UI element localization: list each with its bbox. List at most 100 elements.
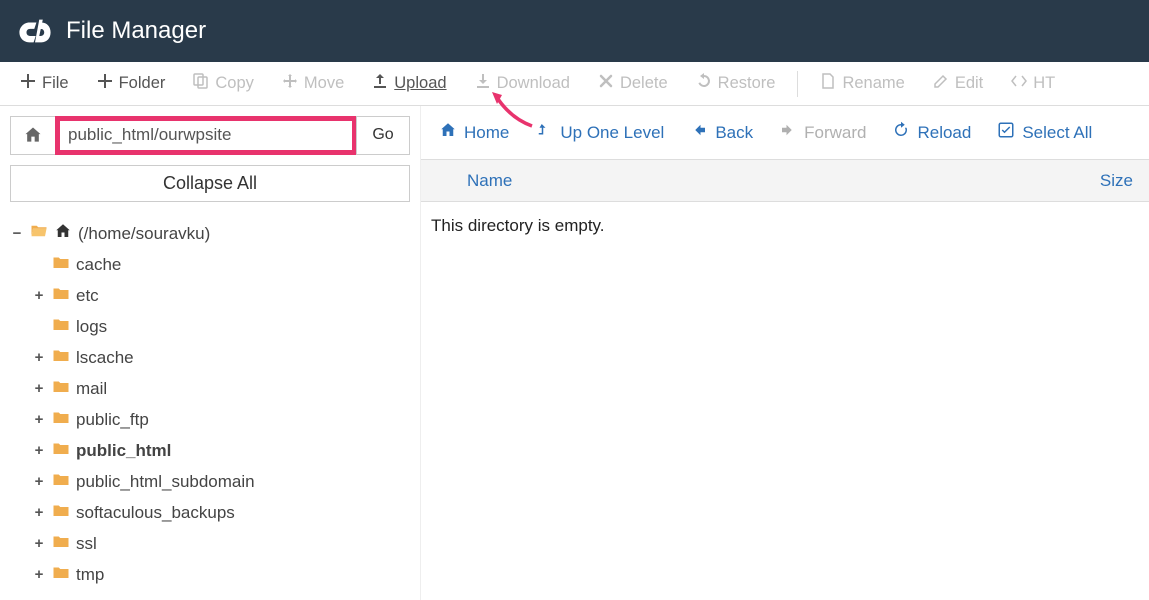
home-icon bbox=[54, 222, 72, 245]
tree-item[interactable]: +lscache bbox=[32, 342, 410, 373]
delete-icon bbox=[598, 73, 614, 94]
rename-label: Rename bbox=[842, 74, 904, 93]
expand-icon[interactable]: + bbox=[32, 442, 46, 459]
tree-item-label: tmp bbox=[76, 565, 104, 585]
download-button[interactable]: Download bbox=[463, 67, 582, 100]
level-up-icon bbox=[535, 121, 553, 144]
edit-button[interactable]: Edit bbox=[921, 67, 995, 100]
folder-icon bbox=[52, 470, 70, 493]
main-toolbar: File Folder Copy Move Upload Download De… bbox=[0, 62, 1149, 106]
delete-button[interactable]: Delete bbox=[586, 67, 680, 100]
code-icon bbox=[1011, 73, 1027, 94]
nav-up-label: Up One Level bbox=[560, 123, 664, 143]
go-button[interactable]: Go bbox=[356, 116, 410, 155]
folder-icon bbox=[52, 346, 70, 369]
tree-item[interactable]: + tmp bbox=[32, 559, 410, 590]
move-button[interactable]: Move bbox=[270, 67, 356, 100]
toolbar-divider bbox=[797, 71, 798, 97]
folder-icon bbox=[52, 315, 70, 338]
column-name[interactable]: Name bbox=[437, 171, 1053, 191]
new-folder-label: Folder bbox=[119, 74, 166, 93]
expand-icon[interactable]: + bbox=[32, 349, 46, 366]
plus-icon bbox=[97, 73, 113, 94]
plus-icon bbox=[20, 73, 36, 94]
folder-icon bbox=[52, 377, 70, 400]
app-header: File Manager bbox=[0, 0, 1149, 62]
delete-label: Delete bbox=[620, 74, 668, 93]
right-panel: Home Up One Level Back Forward Reload Se… bbox=[420, 106, 1149, 600]
rename-button[interactable]: Rename bbox=[808, 67, 916, 100]
tree-item[interactable]: cache bbox=[32, 249, 410, 280]
tree-children: cache+etclogs+lscache+mail+public_ftp+pu… bbox=[10, 249, 410, 590]
expand-icon[interactable]: + bbox=[32, 535, 46, 552]
collapse-all-button[interactable]: Collapse All bbox=[10, 165, 410, 202]
expand-icon[interactable]: + bbox=[32, 504, 46, 521]
tree-item[interactable]: logs bbox=[32, 311, 410, 342]
tree-item[interactable]: +ssl bbox=[32, 528, 410, 559]
download-label: Download bbox=[497, 74, 570, 93]
nav-back-label: Back bbox=[715, 123, 753, 143]
download-icon bbox=[475, 73, 491, 94]
expand-icon[interactable]: + bbox=[32, 566, 46, 583]
nav-select-all-button[interactable]: Select All bbox=[991, 117, 1098, 148]
nav-select-all-label: Select All bbox=[1022, 123, 1092, 143]
html-editor-button[interactable]: HT bbox=[999, 67, 1067, 100]
copy-label: Copy bbox=[215, 74, 254, 93]
tree-item[interactable]: + softaculous_backups bbox=[32, 497, 410, 528]
folder-icon bbox=[52, 532, 70, 555]
upload-button[interactable]: Upload bbox=[360, 67, 458, 100]
expand-icon[interactable]: + bbox=[32, 287, 46, 304]
nav-home-button[interactable]: Home bbox=[433, 117, 515, 148]
tree-item-label: mail bbox=[76, 379, 107, 399]
tree-item-label: logs bbox=[76, 317, 107, 337]
collapse-icon[interactable]: − bbox=[10, 225, 24, 242]
path-home-button[interactable] bbox=[10, 116, 56, 155]
nav-forward-button[interactable]: Forward bbox=[773, 117, 872, 148]
nav-back-button[interactable]: Back bbox=[684, 117, 759, 148]
path-input[interactable] bbox=[60, 121, 352, 150]
folder-icon bbox=[52, 408, 70, 431]
folder-icon bbox=[52, 284, 70, 307]
copy-icon bbox=[193, 73, 209, 94]
new-file-button[interactable]: File bbox=[8, 67, 81, 100]
tree-item[interactable]: + etc bbox=[32, 280, 410, 311]
file-icon bbox=[820, 73, 836, 94]
tree-item-label: public_html bbox=[76, 441, 171, 461]
expand-icon[interactable]: + bbox=[32, 411, 46, 428]
folder-icon bbox=[52, 439, 70, 462]
tree-item-label: softaculous_backups bbox=[76, 503, 235, 523]
tree-item[interactable]: +public_html_subdomain bbox=[32, 466, 410, 497]
upload-label: Upload bbox=[394, 74, 446, 93]
tree-item-label: public_ftp bbox=[76, 410, 149, 430]
expand-icon[interactable]: + bbox=[32, 473, 46, 490]
move-icon bbox=[282, 73, 298, 94]
nav-bar: Home Up One Level Back Forward Reload Se… bbox=[421, 106, 1149, 160]
nav-home-label: Home bbox=[464, 123, 509, 143]
tree-item[interactable]: + public_ftp bbox=[32, 404, 410, 435]
check-square-icon bbox=[997, 121, 1015, 144]
html-editor-label: HT bbox=[1033, 74, 1055, 93]
path-input-highlight bbox=[55, 116, 357, 155]
column-size[interactable]: Size bbox=[1053, 171, 1133, 191]
tree-item-label: cache bbox=[76, 255, 121, 275]
new-folder-button[interactable]: Folder bbox=[85, 67, 178, 100]
upload-icon bbox=[372, 73, 388, 94]
folder-icon bbox=[52, 563, 70, 586]
empty-directory-message: This directory is empty. bbox=[431, 216, 1139, 236]
tree-item[interactable]: + mail bbox=[32, 373, 410, 404]
edit-label: Edit bbox=[955, 74, 983, 93]
tree-item[interactable]: + public_html bbox=[32, 435, 410, 466]
path-row: Go bbox=[10, 116, 410, 155]
tree-root[interactable]: − (/home/souravku) bbox=[10, 218, 410, 249]
tree-item-label: etc bbox=[76, 286, 99, 306]
copy-button[interactable]: Copy bbox=[181, 67, 266, 100]
expand-icon[interactable]: + bbox=[32, 380, 46, 397]
move-label: Move bbox=[304, 74, 344, 93]
nav-up-button[interactable]: Up One Level bbox=[529, 117, 670, 148]
new-file-label: File bbox=[42, 74, 69, 93]
left-panel: Go Collapse All − (/home/souravku) cache… bbox=[0, 106, 420, 600]
restore-button[interactable]: Restore bbox=[684, 67, 788, 100]
folder-icon bbox=[52, 253, 70, 276]
restore-label: Restore bbox=[718, 74, 776, 93]
nav-reload-button[interactable]: Reload bbox=[886, 117, 977, 148]
